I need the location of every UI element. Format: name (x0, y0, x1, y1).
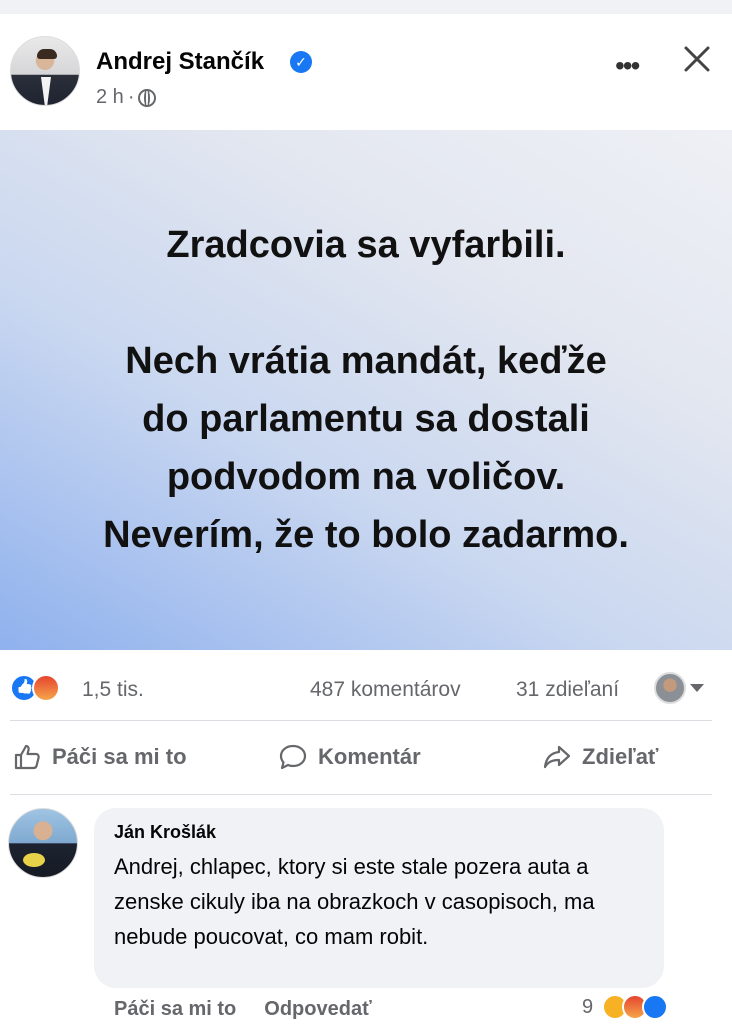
close-icon[interactable] (680, 42, 714, 76)
post-actions: Páči sa mi to Komentár Zdieľať (0, 728, 732, 790)
comment-text: Andrej, chlapec, ktory si este stale poz… (114, 854, 595, 949)
author-name[interactable]: Andrej Stančík (96, 48, 264, 76)
comment-like-link[interactable]: Páči sa mi to (114, 998, 236, 1021)
author-avatar[interactable] (10, 36, 80, 106)
share-icon (543, 745, 571, 769)
comment-actions: Páči sa mi to Odpovedať (114, 998, 372, 1021)
share-count[interactable]: 31 zdieľaní (516, 678, 619, 702)
angry-reaction-icon (32, 674, 60, 702)
comment-icon (279, 744, 307, 770)
comment-bubble: Ján Krošlák Andrej, chlapec, ktory si es… (94, 808, 664, 988)
globe-icon (138, 88, 157, 107)
post-meta: 2 h · (96, 86, 157, 109)
post-header: Andrej Stančík ✓ 2 h · ••• (0, 14, 732, 130)
like-button[interactable]: Páči sa mi to (12, 742, 187, 772)
commenter-name[interactable]: Ján Krošlák (114, 822, 644, 843)
post-image[interactable]: Zradcovia sa vyfarbili. Nech vrátia mand… (0, 130, 732, 650)
comment-reaction-count[interactable]: 9 (582, 996, 593, 1019)
more-icon[interactable]: ••• (615, 50, 640, 82)
post-time[interactable]: 2 h (96, 86, 124, 109)
comment-button[interactable]: Komentár (278, 742, 421, 772)
top-strip (0, 0, 732, 14)
image-line: do parlamentu sa dostali (142, 398, 590, 440)
divider (10, 794, 712, 795)
comment-reply-link[interactable]: Odpovedať (264, 998, 371, 1021)
verified-icon: ✓ (290, 51, 312, 73)
like-reaction-icon (642, 994, 668, 1020)
comment-count[interactable]: 487 komentárov (310, 678, 461, 702)
post-stats: 1,5 tis. 487 komentárov 31 zdieľaní (0, 658, 732, 716)
viewer-avatar[interactable] (654, 672, 686, 704)
like-icon (14, 744, 40, 770)
commenter-avatar[interactable] (8, 808, 78, 878)
image-line: podvodom na voličov. (166, 456, 566, 498)
reaction-icons[interactable] (10, 674, 60, 702)
share-button[interactable]: Zdieľať (542, 742, 658, 772)
reaction-count[interactable]: 1,5 tis. (82, 678, 144, 702)
meta-separator: · (127, 86, 135, 108)
like-button-label: Páči sa mi to (52, 744, 187, 769)
share-button-label: Zdieľať (582, 744, 659, 769)
caret-down-icon[interactable] (690, 684, 704, 692)
image-headline: Zradcovia sa vyfarbili. (166, 224, 566, 266)
divider (10, 720, 712, 721)
comment-button-label: Komentár (318, 744, 421, 769)
image-line: Nech vrátia mandát, keďže (125, 340, 607, 382)
image-line: Neverím, že to bolo zadarmo. (103, 514, 629, 556)
